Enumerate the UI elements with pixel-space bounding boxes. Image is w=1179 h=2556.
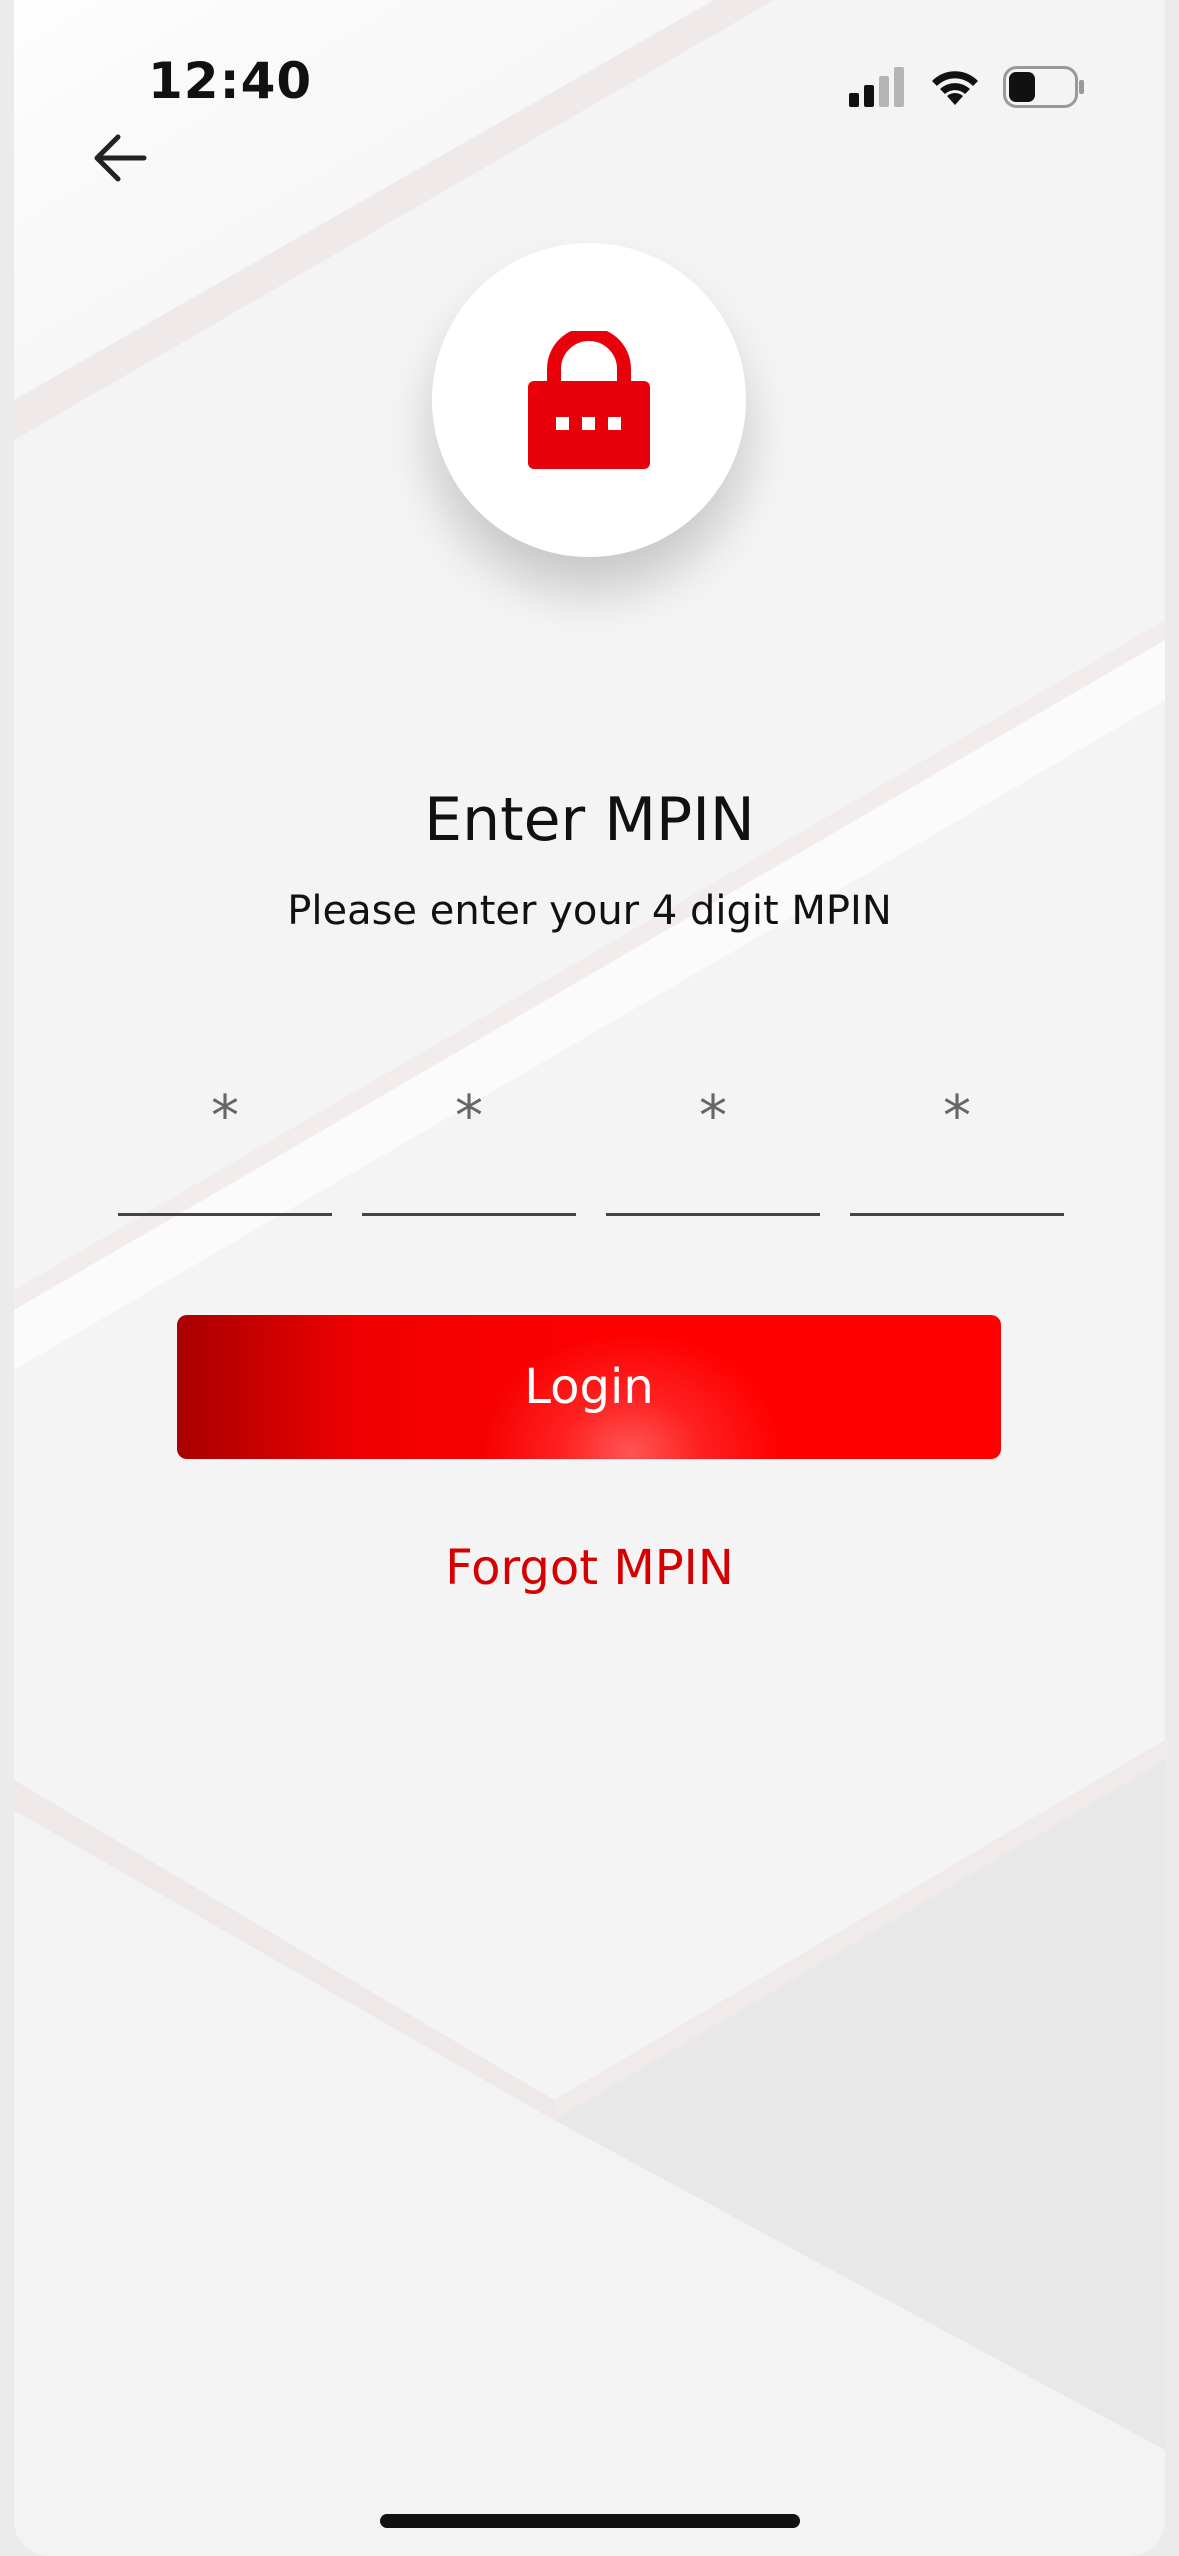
arrow-left-icon — [94, 134, 147, 182]
back-button[interactable] — [80, 118, 160, 198]
status-time: 12:40 — [148, 52, 313, 110]
mpin-digit-2[interactable]: * — [362, 1070, 576, 1216]
home-indicator[interactable] — [380, 2514, 800, 2528]
page-subtitle: Please enter your 4 digit MPIN — [287, 888, 892, 934]
mpin-input-group: * * * * — [118, 1070, 1064, 1220]
login-button[interactable]: Login — [177, 1315, 1001, 1459]
cellular-signal-icon — [849, 67, 904, 107]
battery-icon — [1003, 66, 1084, 108]
mpin-digit-1[interactable]: * — [118, 1070, 332, 1216]
wifi-icon — [932, 71, 978, 105]
mpin-digit-4[interactable]: * — [850, 1070, 1064, 1216]
mpin-screen: 12:40 Enter MPIN Please enter your 4 dig… — [14, 0, 1165, 2556]
forgot-mpin-link[interactable]: Forgot MPIN — [14, 1540, 1165, 1596]
lock-badge — [432, 243, 746, 557]
mpin-digit-3[interactable]: * — [606, 1070, 820, 1216]
page-title: Enter MPIN — [424, 785, 755, 855]
lock-icon — [528, 331, 650, 469]
status-icons — [849, 62, 1085, 112]
